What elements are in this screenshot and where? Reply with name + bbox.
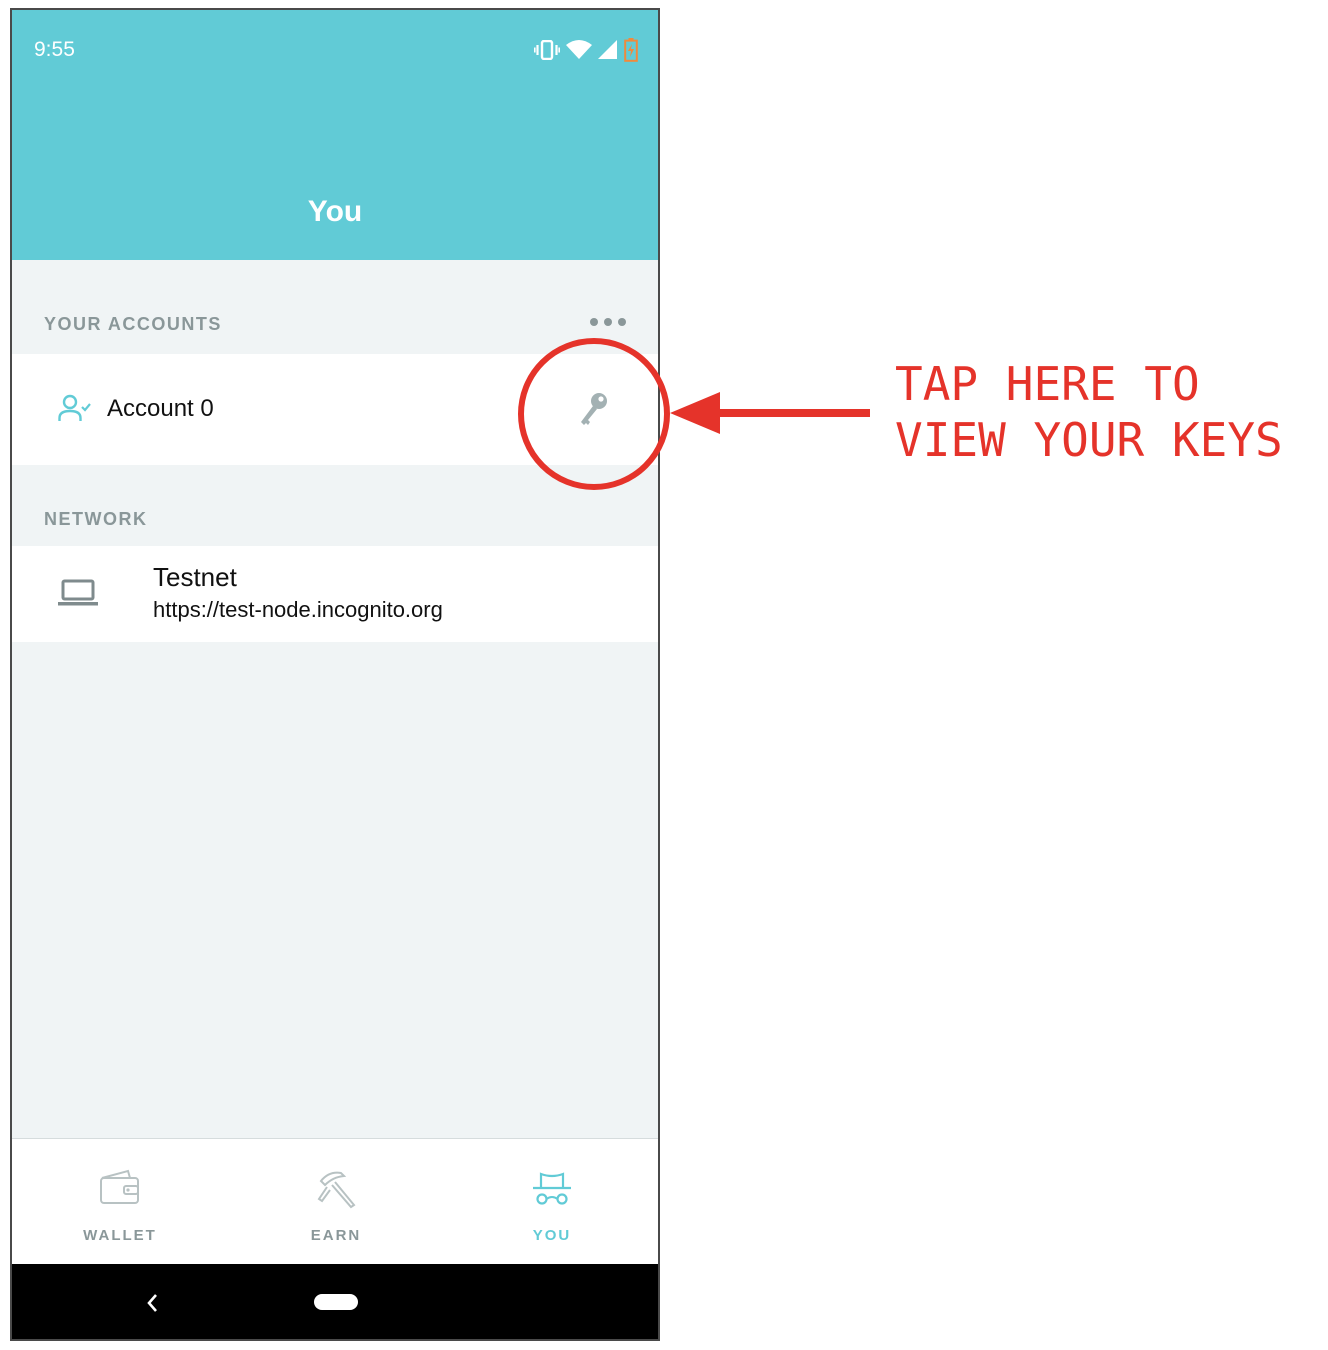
pickaxe-icon — [317, 1171, 356, 1209]
tab-earn-label: EARN — [310, 1227, 362, 1244]
tab-earn[interactable]: EARN — [228, 1139, 444, 1265]
user-check-icon — [58, 394, 91, 421]
account-name: Account 0 — [107, 395, 214, 422]
page-title: You — [307, 195, 363, 228]
wifi-icon — [566, 40, 592, 59]
network-row[interactable]: Testnet https://test-node.incognito.org — [12, 546, 658, 642]
vibrate-icon — [534, 40, 560, 60]
status-time: 9:55 — [34, 38, 75, 61]
tab-wallet-label: WALLET — [83, 1227, 157, 1244]
tab-wallet[interactable]: WALLET — [12, 1139, 228, 1265]
network-url: https://test-node.incognito.org — [153, 597, 443, 622]
status-icons — [534, 38, 638, 62]
battery-icon — [624, 38, 638, 62]
system-nav-bar — [12, 1264, 658, 1339]
app-header: 9:55 You — [12, 10, 658, 260]
annotation-text: TAP HERE TO VIEW YOUR KEYS — [895, 356, 1283, 468]
tab-you[interactable]: YOU — [444, 1139, 658, 1265]
callout-arrow-icon — [670, 392, 870, 434]
callout-circle — [518, 338, 670, 490]
accounts-section-label: YOUR ACCOUNTS — [44, 314, 222, 334]
annotation-line-1: TAP HERE TO — [895, 357, 1200, 411]
bottom-tab-bar: WALLET EARN YOU — [12, 1138, 658, 1264]
wallet-icon — [100, 1169, 139, 1204]
back-chevron-icon[interactable] — [142, 1290, 162, 1316]
signal-icon — [598, 40, 617, 59]
laptop-icon — [58, 579, 98, 606]
annotation-line-2: VIEW YOUR KEYS — [895, 413, 1283, 467]
incognito-icon — [533, 1172, 571, 1205]
tab-you-label: YOU — [532, 1227, 572, 1244]
network-name: Testnet — [153, 562, 237, 592]
home-pill-icon[interactable] — [314, 1294, 358, 1310]
phone-screen: 9:55 You YOUR ACCOUNTS Account 0 NETWORK… — [10, 8, 660, 1341]
more-horizontal-icon[interactable] — [590, 318, 626, 326]
network-section-label: NETWORK — [44, 509, 148, 529]
